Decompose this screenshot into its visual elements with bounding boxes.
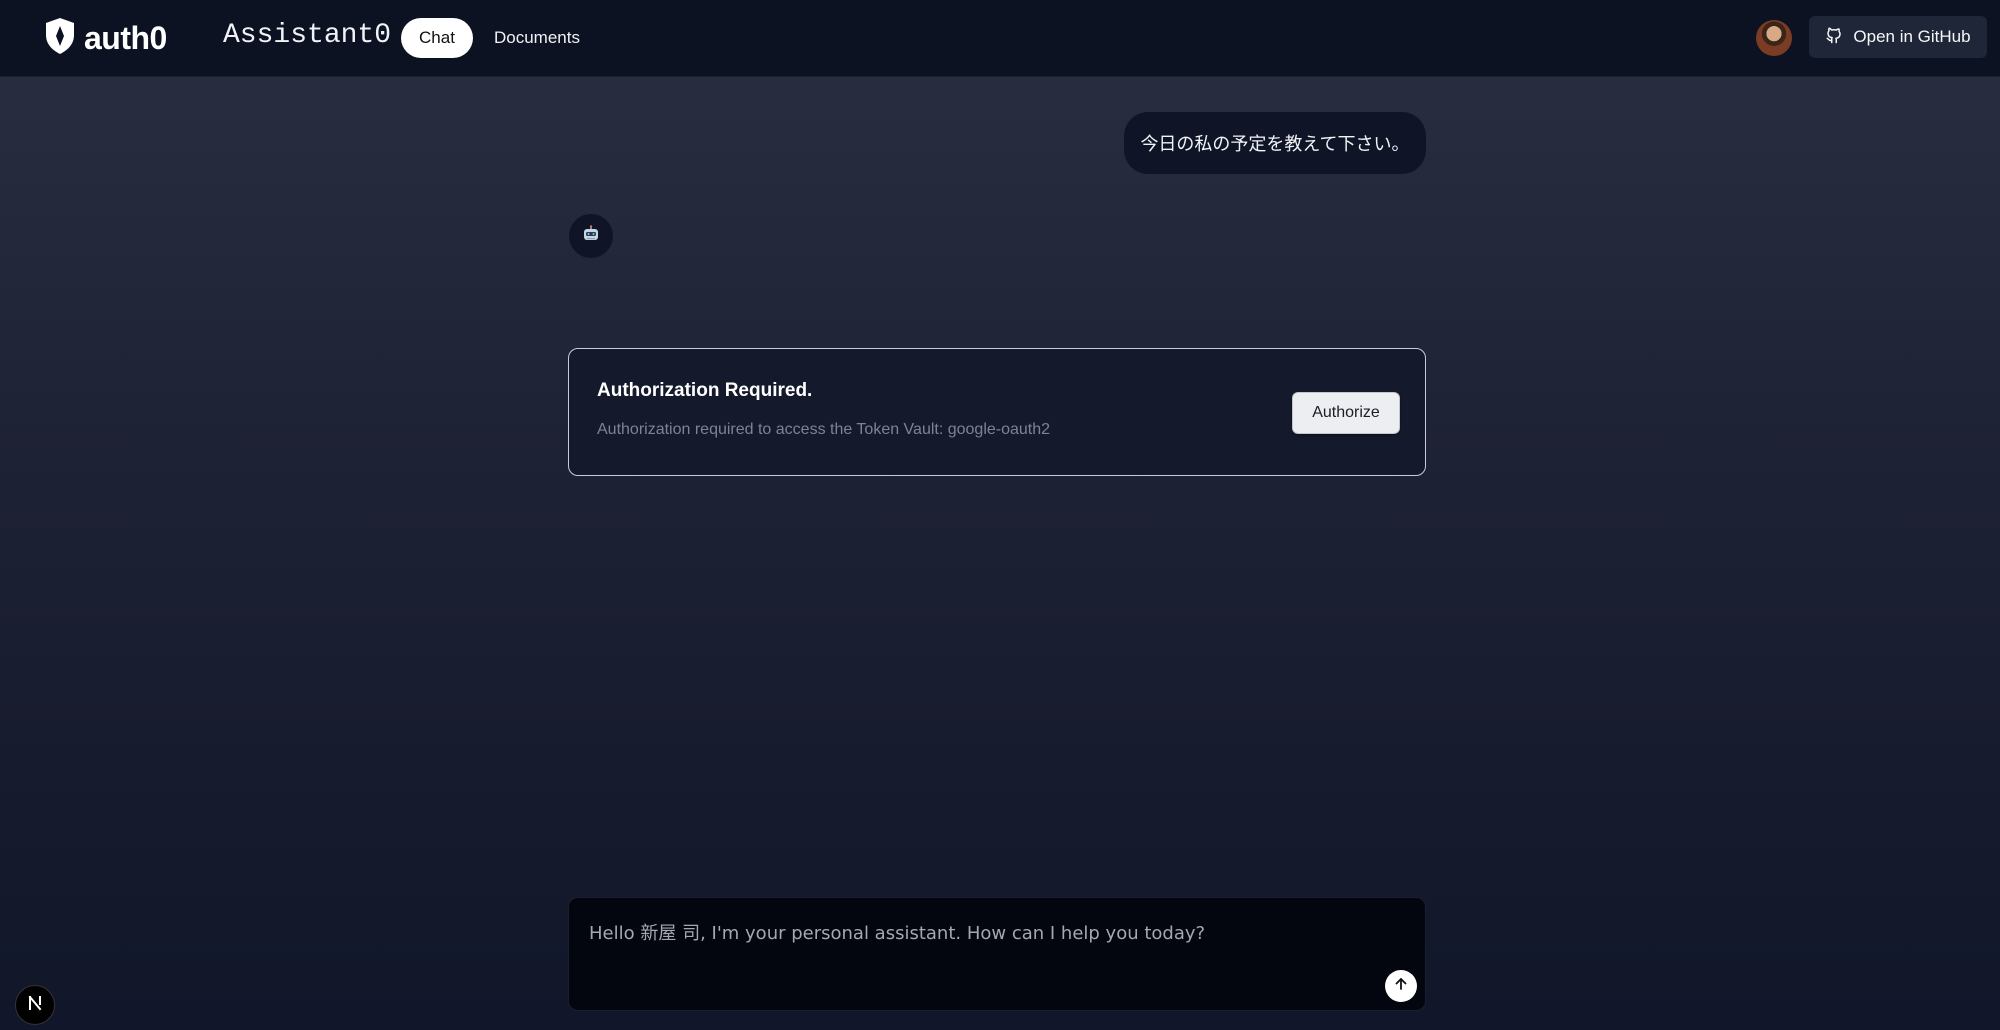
open-in-github-button[interactable]: Open in GitHub [1809,16,1987,58]
app-title: Assistant0 [223,20,392,51]
auth0-logo[interactable]: auth0 [44,17,167,60]
arrow-up-icon [1393,976,1409,997]
logo-text: auth0 [84,19,167,56]
chat-input[interactable] [587,912,1371,954]
top-bar: auth0 Assistant0 Chat Documents Open in … [0,0,2000,77]
user-message-text: 今日の私の予定を教えて下さい。 [1140,134,1410,155]
github-icon [1825,26,1843,49]
chat-composer [568,897,1426,1011]
authorization-card: Authorization Required. Authorization re… [568,348,1426,476]
nextjs-dev-badge[interactable] [15,985,55,1025]
user-message-bubble: 今日の私の予定を教えて下さい。 [1124,112,1426,174]
nav-tab-chat[interactable]: Chat [401,18,473,58]
auth-card-title: Authorization Required. [597,380,813,401]
bot-avatar [569,214,613,258]
github-button-label: Open in GitHub [1853,27,1971,46]
robot-icon [582,224,600,248]
send-button[interactable] [1385,970,1417,1002]
nextjs-icon [26,994,44,1017]
shield-logo-icon [44,17,76,60]
nav-tab-documents[interactable]: Documents [480,18,594,58]
auth-card-description: Authorization required to access the Tok… [597,421,1051,438]
user-avatar[interactable] [1756,20,1792,56]
authorize-button[interactable]: Authorize [1292,392,1400,434]
